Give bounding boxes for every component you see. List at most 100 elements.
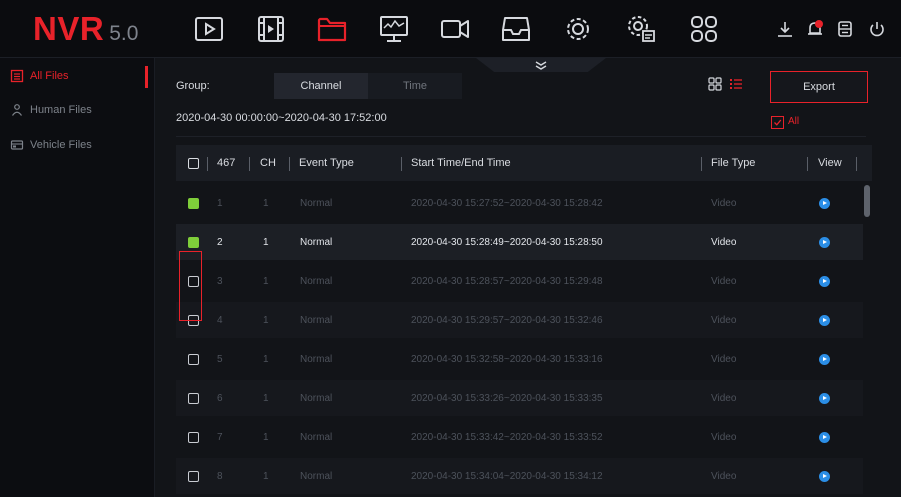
tab-time[interactable]: Time — [368, 73, 462, 99]
human-icon — [10, 103, 24, 117]
gear-icon[interactable] — [560, 11, 596, 47]
disk-icon[interactable] — [498, 11, 534, 47]
row-time: 2020-04-30 15:34:04~2020-04-30 15:34:12 — [411, 470, 603, 482]
row-channel: 1 — [263, 197, 269, 209]
row-checkbox[interactable] — [188, 276, 199, 287]
row-checkbox[interactable] — [188, 198, 199, 209]
sidebar-item-label: Vehicle Files — [30, 139, 92, 151]
play-icon[interactable] — [191, 11, 227, 47]
scrollbar-track[interactable] — [863, 181, 872, 497]
column-separator — [289, 157, 290, 171]
row-event-type: Normal — [300, 197, 333, 209]
table-row[interactable]: 5 1 Normal 2020-04-30 15:32:58~2020-04-3… — [176, 341, 866, 377]
row-time: 2020-04-30 15:27:52~2020-04-30 15:28:42 — [411, 197, 603, 209]
row-event-type: Normal — [300, 431, 333, 443]
row-file-type: Video — [711, 353, 737, 365]
row-time: 2020-04-30 15:33:42~2020-04-30 15:33:52 — [411, 431, 603, 443]
sidebar-item-all-files[interactable]: All Files — [0, 61, 154, 91]
row-checkbox[interactable] — [188, 315, 199, 326]
row-number: 6 — [217, 392, 223, 404]
column-count: 467 — [217, 157, 236, 169]
column-separator — [401, 157, 402, 171]
row-checkbox[interactable] — [188, 432, 199, 443]
select-all-checkbox[interactable] — [771, 116, 784, 129]
column-separator — [701, 157, 702, 171]
column-view: View — [818, 157, 842, 169]
header-checkbox[interactable] — [188, 158, 199, 169]
folder-icon[interactable] — [314, 11, 350, 47]
table-row[interactable]: 2 1 Normal 2020-04-30 15:28:49~2020-04-3… — [176, 224, 866, 260]
download-icon[interactable] — [774, 18, 796, 40]
column-separator — [207, 157, 208, 171]
row-channel: 1 — [263, 275, 269, 287]
group-label: Group: — [176, 80, 210, 92]
table-row[interactable]: 8 1 Normal 2020-04-30 15:34:04~2020-04-3… — [176, 458, 866, 494]
sidebar-item-vehicle-files[interactable]: Vehicle Files — [0, 130, 154, 160]
row-number: 2 — [217, 236, 223, 248]
column-separator — [856, 157, 857, 171]
row-time: 2020-04-30 15:28:49~2020-04-30 15:28:50 — [411, 236, 603, 248]
scrollbar-thumb[interactable] — [864, 185, 870, 217]
row-time: 2020-04-30 15:29:57~2020-04-30 15:32:46 — [411, 314, 603, 326]
row-checkbox[interactable] — [188, 237, 199, 248]
settings-calendar-icon[interactable] — [623, 11, 659, 47]
row-file-type: Video — [711, 392, 737, 404]
row-event-type: Normal — [300, 353, 333, 365]
row-checkbox[interactable] — [188, 393, 199, 404]
play-icon[interactable] — [819, 354, 830, 365]
row-checkbox[interactable] — [188, 354, 199, 365]
row-channel: 1 — [263, 314, 269, 326]
row-number: 3 — [217, 275, 223, 287]
film-icon[interactable] — [253, 11, 289, 47]
table-row[interactable]: 7 1 Normal 2020-04-30 15:33:42~2020-04-3… — [176, 419, 866, 455]
file-list-icon — [10, 69, 24, 83]
apps-grid-icon[interactable] — [686, 11, 722, 47]
power-icon[interactable] — [866, 18, 888, 40]
divider — [176, 136, 866, 137]
table-row[interactable]: 6 1 Normal 2020-04-30 15:33:26~2020-04-3… — [176, 380, 866, 416]
row-channel: 1 — [263, 236, 269, 248]
notification-icon[interactable] — [804, 18, 826, 40]
logo-version: 5.0 — [109, 22, 139, 45]
date-range: 2020-04-30 00:00:00~2020-04-30 17:52:00 — [176, 112, 387, 124]
play-icon[interactable] — [819, 315, 830, 326]
collapse-toggle[interactable] — [476, 58, 606, 78]
monitor-icon[interactable] — [376, 11, 412, 47]
row-number: 7 — [217, 431, 223, 443]
grid-view-icon[interactable] — [708, 77, 722, 91]
row-number: 8 — [217, 470, 223, 482]
table-row[interactable]: 3 1 Normal 2020-04-30 15:28:57~2020-04-3… — [176, 263, 866, 299]
row-event-type: Normal — [300, 470, 333, 482]
list-view-icon[interactable] — [729, 77, 743, 91]
row-file-type: Video — [711, 470, 737, 482]
row-channel: 1 — [263, 353, 269, 365]
vehicle-icon — [10, 138, 24, 152]
camera-icon[interactable] — [437, 11, 473, 47]
row-channel: 1 — [263, 431, 269, 443]
chevron-double-down-icon — [535, 61, 547, 70]
row-time: 2020-04-30 15:33:26~2020-04-30 15:33:35 — [411, 392, 603, 404]
row-number: 1 — [217, 197, 223, 209]
column-separator — [807, 157, 808, 171]
checkmark-icon — [774, 119, 782, 126]
play-icon[interactable] — [819, 393, 830, 404]
play-icon[interactable] — [819, 237, 830, 248]
sidebar-item-human-files[interactable]: Human Files — [0, 95, 154, 125]
top-navigation-bar: NVR 5.0 — [0, 0, 901, 58]
storage-icon[interactable] — [834, 18, 856, 40]
export-button[interactable]: Export — [770, 71, 868, 103]
row-file-type: Video — [711, 275, 737, 287]
table-row[interactable]: 1 1 Normal 2020-04-30 15:27:52~2020-04-3… — [176, 185, 866, 221]
sidebar-item-label: All Files — [30, 70, 69, 82]
file-table: 467 CH Event Type Start Time/End Time Fi… — [176, 145, 872, 497]
row-checkbox[interactable] — [188, 471, 199, 482]
row-time: 2020-04-30 15:32:58~2020-04-30 15:33:16 — [411, 353, 603, 365]
row-number: 5 — [217, 353, 223, 365]
table-row[interactable]: 4 1 Normal 2020-04-30 15:29:57~2020-04-3… — [176, 302, 866, 338]
play-icon[interactable] — [819, 276, 830, 287]
play-icon[interactable] — [819, 198, 830, 209]
play-icon[interactable] — [819, 471, 830, 482]
play-icon[interactable] — [819, 432, 830, 443]
tab-channel[interactable]: Channel — [274, 73, 368, 99]
row-event-type: Normal — [300, 314, 333, 326]
